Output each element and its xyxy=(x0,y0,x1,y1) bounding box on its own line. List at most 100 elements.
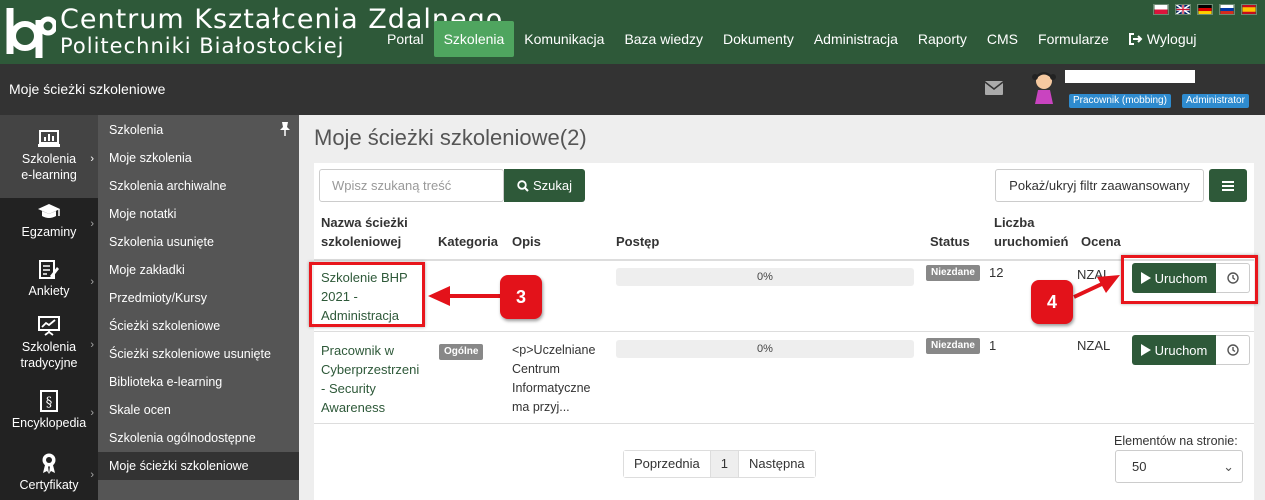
toggle-advanced-filter-button[interactable]: Pokaż/ukryj filtr zaawansowany xyxy=(995,169,1204,202)
row2-grade: NZAL xyxy=(1077,338,1111,353)
nav-cms[interactable]: CMS xyxy=(977,21,1028,57)
sidebar-label: e-learning xyxy=(21,168,77,182)
flag-pl-icon[interactable] xyxy=(1153,4,1169,15)
nav-komunikacja[interactable]: Komunikacja xyxy=(514,21,614,57)
chevron-right-icon: › xyxy=(90,468,94,481)
flag-ru-icon[interactable] xyxy=(1219,4,1235,15)
th-grade[interactable]: Ocena xyxy=(1081,232,1121,251)
search-button[interactable]: Szukaj xyxy=(504,169,585,202)
th-description[interactable]: Opis xyxy=(512,232,541,251)
row2-history-button[interactable] xyxy=(1216,335,1250,365)
sidebar-label: Szkolenia xyxy=(21,152,77,166)
chevron-down-icon: ⌄ xyxy=(1223,459,1234,474)
row2-runs: 1 xyxy=(989,338,997,353)
row2-path-name-link[interactable]: Pracownik w Cyberprzestrzeni - Security … xyxy=(321,341,419,417)
sidebar-item-encyklopedia[interactable]: § Encyklopedia › xyxy=(0,383,98,438)
search-input[interactable]: Wpisz szukaną treść xyxy=(319,169,504,202)
nav-formularze[interactable]: Formularze xyxy=(1028,21,1119,57)
row-divider xyxy=(314,423,1254,424)
sidebar-label: Encyklopedia xyxy=(11,416,87,430)
per-page-label: Elementów na stronie: xyxy=(1114,434,1238,448)
elearning-icon xyxy=(38,130,60,147)
flag-uk-icon[interactable] xyxy=(1175,4,1191,15)
sidebar-item-szkolenia-tradycyjne[interactable]: Szkolenia tradycyjne › xyxy=(0,308,98,378)
encyclopedia-icon: § xyxy=(40,390,58,412)
hamburger-icon xyxy=(1222,180,1234,191)
sidebar-label: Szkolenia xyxy=(21,339,77,354)
sidebar-label: Ankiety xyxy=(28,284,70,298)
chevron-right-icon: › xyxy=(90,275,94,288)
brand-subtitle: Politechniki Białostockiej xyxy=(60,34,345,58)
nav-raporty[interactable]: Raporty xyxy=(908,21,977,57)
row2-status-badge: Niezdane xyxy=(926,338,980,354)
main-nav: Portal Szkolenia Komunikacja Baza wiedzy… xyxy=(377,21,1207,57)
sidebar-label: Certyfikaty xyxy=(19,478,79,492)
sidebar-label: tradycyjne xyxy=(20,355,78,370)
submenu-sciezki-szkoleniowe[interactable]: Ścieżki szkoleniowe xyxy=(98,312,299,340)
sidebar-label: Egzaminy xyxy=(21,225,77,239)
submenu-moje-sciezki[interactable]: Moje ścieżki szkoleniowe xyxy=(98,452,299,480)
chevron-right-icon: › xyxy=(90,339,94,351)
nav-baza-wiedzy[interactable]: Baza wiedzy xyxy=(614,21,713,57)
submenu-szkolenia-archiwalne[interactable]: Szkolenia archiwalne xyxy=(98,172,299,200)
presentation-icon xyxy=(38,315,60,336)
annotation-step-3: 3 xyxy=(500,275,542,319)
nav-wyloguj[interactable]: Wyloguj xyxy=(1119,21,1207,57)
table-header-divider xyxy=(314,259,1254,261)
nav-administracja[interactable]: Administracja xyxy=(804,21,908,57)
row2-progress-bar: 0% xyxy=(616,340,914,358)
main-content: Moje ścieżki szkoleniowe(2) Wpisz szukan… xyxy=(299,115,1265,500)
sidebar-item-elearning[interactable]: Szkolenia e-learning › xyxy=(0,115,98,198)
row1-progress-bar: 0% xyxy=(616,268,914,286)
logout-icon xyxy=(1128,33,1143,45)
columns-menu-button[interactable] xyxy=(1209,169,1247,202)
flag-es-icon[interactable] xyxy=(1241,4,1257,15)
row2-run-button[interactable]: Uruchom xyxy=(1132,335,1216,365)
search-icon xyxy=(517,179,529,192)
highlight-box-run-button xyxy=(1121,255,1258,304)
graduation-cap-icon xyxy=(38,204,60,218)
flag-de-icon[interactable] xyxy=(1197,4,1213,15)
nav-portal[interactable]: Portal xyxy=(377,21,434,57)
language-flags xyxy=(1153,4,1257,15)
row1-grade: NZAL xyxy=(1077,267,1111,282)
per-page-select[interactable]: 50 ⌄ xyxy=(1115,450,1243,483)
th-name[interactable]: Nazwa ścieżki szkoleniowej xyxy=(321,213,408,251)
submenu-szkolenia-ogolnodostepne[interactable]: Szkolenia ogólnodostępne xyxy=(98,424,299,452)
chevron-right-icon: › xyxy=(90,217,94,230)
row1-status-badge: Niezdane xyxy=(926,265,980,281)
pagination-prev-button[interactable]: Poprzednia xyxy=(624,451,711,477)
pagination: Poprzednia 1 Następna xyxy=(623,450,816,478)
page-title: Moje ścieżki szkoleniowe(2) xyxy=(314,125,587,150)
submenu-biblioteka-elearning[interactable]: Biblioteka e-learning xyxy=(98,368,299,396)
envelope-icon[interactable] xyxy=(985,81,1003,95)
row-divider xyxy=(314,331,1254,332)
th-progress[interactable]: Postęp xyxy=(616,232,659,251)
highlight-box-path-name xyxy=(309,262,425,327)
submenu-przedmioty-kursy[interactable]: Przedmioty/Kursy xyxy=(98,284,299,312)
th-status[interactable]: Status xyxy=(930,232,970,251)
pagination-page-1[interactable]: 1 xyxy=(710,451,740,477)
submenu-moje-notatki[interactable]: Moje notatki xyxy=(98,200,299,228)
submenu-moje-zakladki[interactable]: Moje zakładki xyxy=(98,256,299,284)
th-category[interactable]: Kategoria xyxy=(438,232,498,251)
page: Centrum Kształcenia Zdalnego Politechnik… xyxy=(0,0,1265,500)
sidebar-item-certyfikaty[interactable]: Certyfikaty › xyxy=(0,445,98,500)
nav-szkolenia[interactable]: Szkolenia xyxy=(433,21,515,57)
submenu-szkolenia-usuniete[interactable]: Szkolenia usunięte xyxy=(98,228,299,256)
sidebar-item-ankiety[interactable]: Ankiety › xyxy=(0,256,98,303)
top-header: Centrum Kształcenia Zdalnego Politechnik… xyxy=(0,0,1265,64)
submenu-skale-ocen[interactable]: Skale ocen xyxy=(98,396,299,424)
pagination-next-button[interactable]: Następna xyxy=(739,451,815,477)
submenu-sciezki-usuniete[interactable]: Ścieżki szkoleniowe usunięte xyxy=(98,340,299,368)
logout-label: Wyloguj xyxy=(1146,31,1197,47)
username-redacted xyxy=(1065,70,1195,83)
submenu-szkolenia[interactable]: Szkolenia xyxy=(98,116,299,144)
clock-icon xyxy=(1226,344,1239,356)
submenu-moje-szkolenia[interactable]: Moje szkolenia xyxy=(98,144,299,172)
row1-runs: 12 xyxy=(989,265,1004,280)
sidebar-item-egzaminy[interactable]: Egzaminy › xyxy=(0,198,98,245)
th-runs[interactable]: Liczba uruchomień xyxy=(994,213,1068,251)
nav-dokumenty[interactable]: Dokumenty xyxy=(713,21,804,57)
avatar[interactable] xyxy=(1030,70,1058,110)
